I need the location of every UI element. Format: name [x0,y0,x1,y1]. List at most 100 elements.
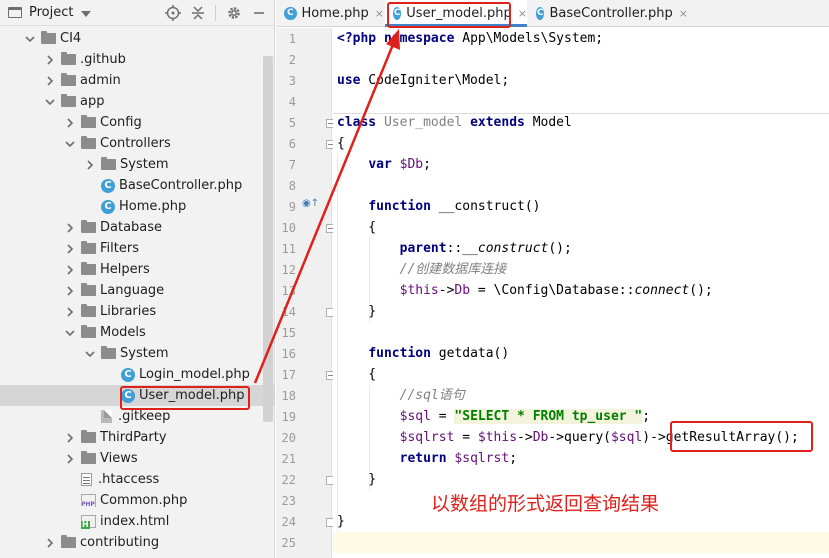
close-icon[interactable]: × [518,7,527,20]
line-number: 20 [281,431,296,445]
tree-item-helpers[interactable]: Helpers [0,259,274,280]
chevron-down-icon[interactable] [84,348,96,360]
tree-item-models[interactable]: Models [0,322,274,343]
tree-item-label: Home.php [119,199,187,214]
chevron-right-icon[interactable] [44,75,56,87]
line-number: 17 [281,368,296,382]
tree-item-config[interactable]: Config [0,112,274,133]
chevron-right-icon[interactable] [64,285,76,297]
chevron-right-icon[interactable] [64,222,76,234]
editor-tab-bar: C Home.php × C User_model.php × C BaseCo… [276,0,829,27]
tree-item-label: contributing [80,535,160,550]
override-method-icon[interactable]: ◉↑ [302,198,319,209]
locate-file-icon[interactable] [165,5,181,21]
folder-icon [81,283,96,296]
chevron-right-icon[interactable] [44,54,56,66]
tree-item-views[interactable]: Views [0,448,274,469]
tree-item-login-model-php[interactable]: C Login_model.php [0,364,274,385]
chevron-right-icon[interactable] [64,453,76,465]
tree-item-common-php[interactable]: PHP Common.php [0,490,274,511]
line-number: 5 [288,116,296,130]
tree-item-filters[interactable]: Filters [0,238,274,259]
tree-item-label: Models [100,325,146,340]
tree-item-label: Database [100,220,163,235]
chevron-down-icon[interactable] [64,327,76,339]
line-number: 16 [281,347,296,361]
tree-item-label: Views [100,451,138,466]
chevron-right-icon[interactable] [64,306,76,318]
tree-item-label: Config [100,115,142,130]
tree-item-label: .gitkeep [118,409,171,424]
chevron-right-icon[interactable] [64,117,76,129]
close-icon[interactable]: × [375,7,384,20]
tree-item-database[interactable]: Database [0,217,274,238]
tree-item-libraries[interactable]: Libraries [0,301,274,322]
line-number: 25 [281,536,296,550]
tree-item-ci4[interactable]: CI4 [0,28,274,49]
chevron-right-icon[interactable] [64,264,76,276]
chevron-down-icon[interactable] [24,33,36,45]
chevron-right-icon[interactable] [44,537,56,549]
close-icon[interactable]: × [679,7,688,20]
tree-item-label: Libraries [100,304,157,319]
minimize-panel-icon[interactable] [252,5,266,21]
collapse-all-icon[interactable] [191,5,205,21]
tab-home-php[interactable]: C Home.php × [276,0,384,27]
tab-label: BaseController.php [549,6,673,21]
current-line-highlight [333,532,829,553]
tree-scrollbar[interactable] [263,56,273,422]
folder-icon [81,115,96,128]
git-file-icon [101,410,112,423]
code-line-6: { [337,136,345,151]
code-line-7: var $Db; [368,157,431,172]
line-number: 13 [281,284,296,298]
tree-item-github[interactable]: .github [0,49,274,70]
folder-icon [81,241,96,254]
tree-item-thirdparty[interactable]: ThirdParty [0,427,274,448]
tree-item-language[interactable]: Language [0,280,274,301]
tree-item-label: System [120,157,169,172]
gear-icon[interactable] [226,5,242,21]
code-line-11: parent::__construct(); [399,241,572,256]
tree-item-htaccess[interactable]: .htaccess [0,469,274,490]
code-line-5: class User_model extends Model [337,115,572,130]
chevron-right-icon[interactable] [84,159,96,171]
tree-item-system[interactable]: System [0,343,274,364]
php-class-icon: C [101,199,115,214]
project-view-selector[interactable]: Project [29,5,73,20]
code-line-3: use CodeIgniter\Model; [337,73,510,88]
code-line-10: { [337,220,377,235]
html-file-icon: H [81,515,96,529]
project-panel-header: Project [0,0,274,26]
folder-icon [81,304,96,317]
code-editor[interactable]: <?php namespace App\Models\System; use C… [333,28,829,558]
tree-item-controllers[interactable]: Controllers [0,133,274,154]
chevron-right-icon[interactable] [64,243,76,255]
chevron-down-icon[interactable] [44,96,56,108]
line-number: 4 [288,95,296,109]
folder-icon [81,220,96,233]
tree-item-label: .github [80,52,126,67]
folder-icon [41,31,56,44]
chevron-down-icon[interactable] [64,138,76,150]
tree-item-home-php[interactable]: C Home.php [0,196,274,217]
tree-item-contributing[interactable]: contributing [0,532,274,553]
line-number: 6 [288,137,296,151]
tree-item-basecontroller-php[interactable]: C BaseController.php [0,175,274,196]
code-line-18: //sql语句 [399,388,465,403]
line-number: 23 [281,494,296,508]
highlight-box-user-model [120,386,250,410]
chevron-right-icon[interactable] [64,432,76,444]
tree-item-index-html[interactable]: Hindex.html [0,511,274,532]
folder-icon [81,136,96,149]
tree-item-admin[interactable]: admin [0,70,274,91]
chevron-down-icon[interactable] [81,10,92,17]
line-number: 21 [281,452,296,466]
php-file-icon: PHP [81,494,96,508]
tree-item-app[interactable]: app [0,91,274,112]
line-number: 1 [288,32,296,46]
tree-item-system[interactable]: System [0,154,274,175]
tab-basecontroller-php[interactable]: C BaseController.php × [528,0,688,27]
folder-icon [81,430,96,443]
tree-item-label: Login_model.php [139,367,250,382]
